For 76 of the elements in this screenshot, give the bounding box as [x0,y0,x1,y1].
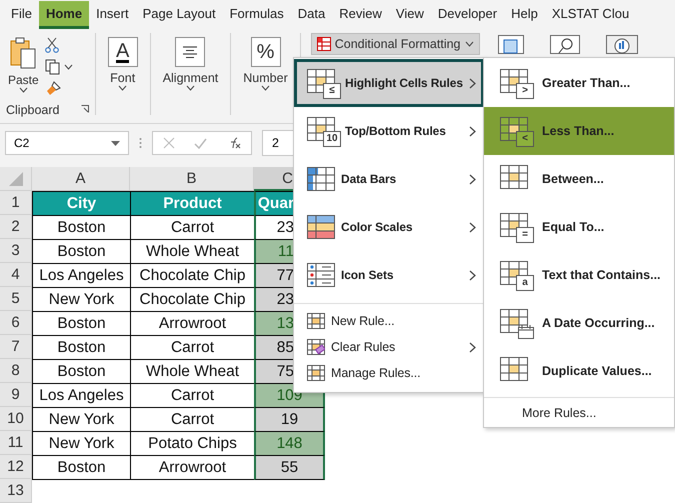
copy-icon[interactable] [44,59,60,76]
check-icon[interactable] [194,138,208,149]
grid-icon [316,37,331,52]
menu-item[interactable]: a Text that Contains... [484,251,674,299]
ribbon-tab[interactable]: Insert [89,0,136,29]
ribbon-tab[interactable]: Home [38,0,90,29]
chevron-down-icon [186,85,195,92]
row-number[interactable]: 9 [0,383,32,407]
table-header: Product [130,191,255,216]
ribbon-tab[interactable]: Review [332,0,389,29]
grid-icon [307,365,325,381]
row-number[interactable]: 3 [0,239,32,263]
group-label[interactable]: Font [110,71,136,86]
calendar-grid-icon [500,309,532,337]
font-color-icon[interactable]: A [108,37,138,68]
menu-item[interactable]: > Greater Than... [484,59,674,107]
name-box[interactable]: C2 [5,131,129,156]
chevron-down-icon [464,41,474,48]
menu-item[interactable]: A Date Occurring... [484,299,674,347]
menu-item[interactable]: < Less Than... [484,107,674,155]
menu-item[interactable]: = Equal To... [484,203,674,251]
chart-icon[interactable] [606,35,638,54]
row-number[interactable]: 11 [0,431,32,455]
chevron-down-icon [118,85,128,92]
ribbon-tab[interactable]: Developer [430,0,504,29]
ribbon-tab[interactable]: Data [290,0,332,29]
menu-item[interactable]: Duplicate Values... [484,347,674,395]
ribbon-tab[interactable]: File [4,0,39,29]
ribbon-tab[interactable]: Page Layout [136,0,223,29]
more-rules-item[interactable]: More Rules... [484,400,674,426]
ribbon-tab[interactable]: Formulas [222,0,291,29]
menu-item[interactable]: Between... [484,155,674,203]
table-header: City [32,191,131,216]
row-number[interactable]: 4 [0,263,32,287]
chevron-down-icon [18,87,28,94]
eraser-grid-icon [307,339,325,355]
chevron-down-icon [261,85,270,92]
search-icon[interactable] [550,35,580,54]
data-bars-icon [307,167,335,191]
group-label[interactable]: Number [243,71,288,86]
triangle-icon [8,172,22,186]
paste-icon[interactable] [10,37,36,70]
ribbon-tab[interactable]: Help [504,0,545,29]
row-number[interactable]: 13 [0,479,32,503]
row-number[interactable]: 8 [0,359,32,383]
ribbon-tab[interactable]: View [388,0,431,29]
row-number[interactable]: 10 [0,407,32,431]
paste-label[interactable]: Paste [8,73,39,88]
row-number[interactable]: 5 [0,287,32,311]
group-label: Clipboard [6,102,60,117]
grip-icon [139,137,142,150]
grid-icon [307,313,325,329]
percent-icon[interactable]: % [250,37,281,68]
icon-sets-icon [307,263,335,287]
table-cell: 148 [254,431,325,456]
column-header[interactable]: B [130,167,254,191]
group-label[interactable]: Alignment [162,71,218,86]
column-header[interactable]: A [32,167,130,191]
paintbrush-icon[interactable] [44,81,61,96]
chevron-down-icon [64,64,73,70]
ribbon-tab[interactable]: XLSTAT Clou [544,0,636,29]
color-scale-icon [307,215,335,239]
row-number[interactable]: 6 [0,311,32,335]
conditional-formatting-button[interactable]: Conditional Formatting [310,33,480,56]
table-cell: 55 [254,455,325,480]
row-number[interactable]: 7 [0,335,32,359]
row-number[interactable]: 12 [0,455,32,479]
row-number[interactable]: 1 [0,191,32,215]
table-cell: Boston [32,455,131,480]
menu-item[interactable]: ≤ Highlight Cells Rules [294,59,484,107]
row-number[interactable]: 2 [0,215,32,239]
dialog-launcher-icon[interactable] [80,104,89,113]
scissors-icon[interactable] [44,37,59,54]
table-icon[interactable] [498,35,524,54]
align-center-icon[interactable] [175,37,206,68]
table-cell: 19 [254,407,325,432]
